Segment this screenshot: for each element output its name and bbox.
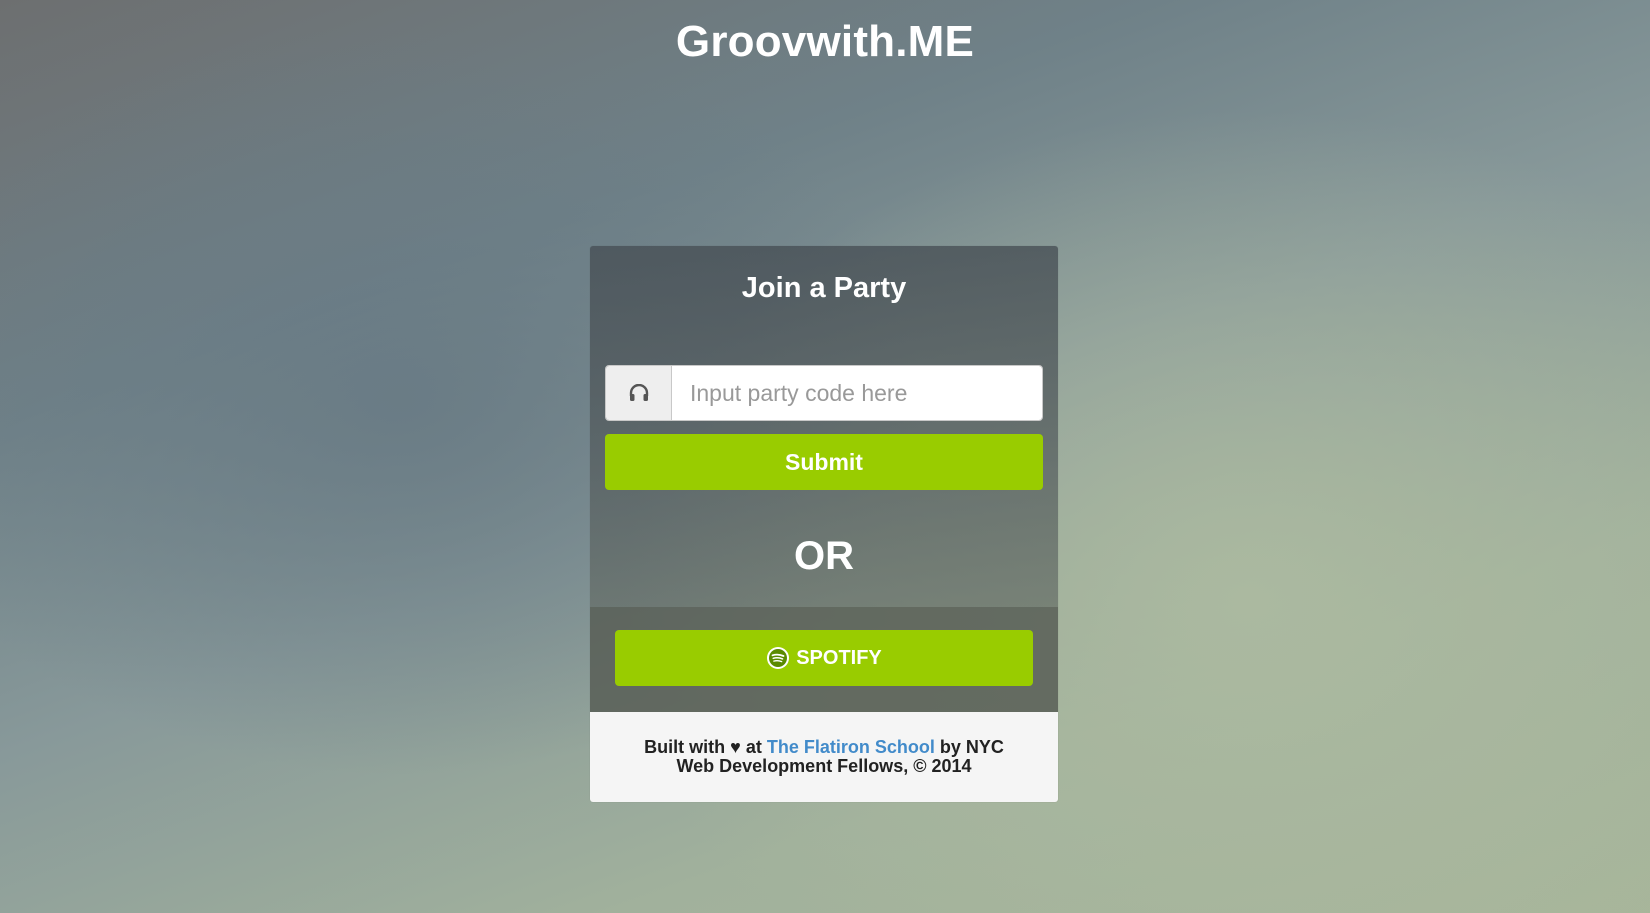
- submit-button[interactable]: Submit: [605, 434, 1043, 490]
- footer-at: at: [745, 737, 762, 757]
- party-code-input-group: [605, 365, 1043, 421]
- join-party-title: Join a Party: [741, 272, 907, 304]
- flatiron-school-link[interactable]: The Flatiron School: [767, 737, 935, 757]
- party-code-input[interactable]: [672, 366, 1042, 420]
- footer-text: Built with ♥ at The Flatiron School by N…: [626, 738, 1022, 776]
- spotify-icon: [766, 646, 790, 670]
- spotify-login-button[interactable]: SPOTIFY: [615, 630, 1033, 686]
- join-party-card: Join a Party Submit OR: [590, 246, 1058, 802]
- footer-prefix: Built with: [644, 737, 726, 757]
- footer: Built with ♥ at The Flatiron School by N…: [590, 712, 1058, 802]
- headphones-icon: [606, 366, 672, 420]
- spotify-label: SPOTIFY: [796, 646, 882, 669]
- spotify-panel: SPOTIFY: [590, 607, 1058, 712]
- heart-icon: ♥: [730, 737, 741, 757]
- join-party-panel: Join a Party Submit OR: [590, 246, 1058, 607]
- site-title: Groovwith.ME: [675, 17, 975, 66]
- or-divider: OR: [794, 534, 854, 578]
